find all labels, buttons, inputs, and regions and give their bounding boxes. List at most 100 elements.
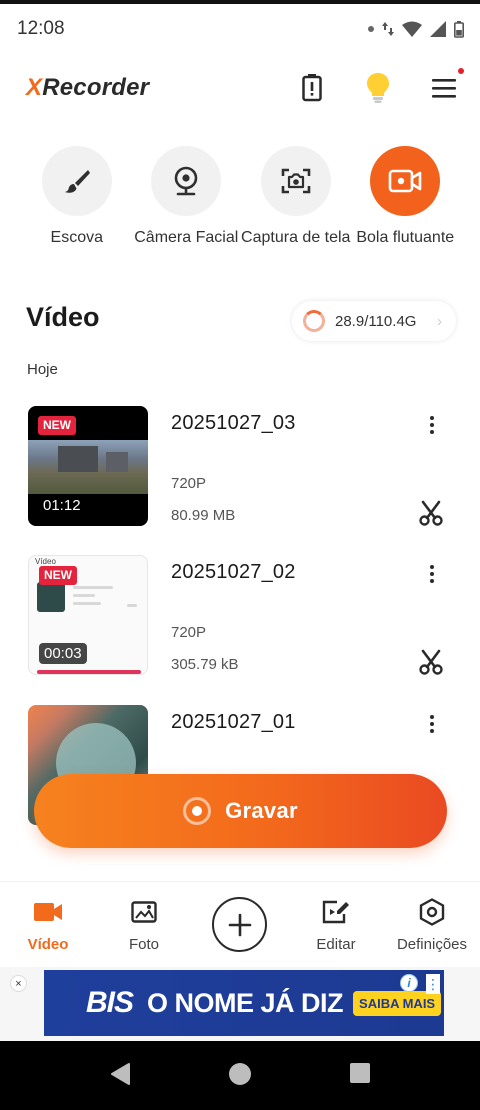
more-options-button[interactable]: [424, 713, 440, 735]
ad-info-icon[interactable]: i: [400, 974, 418, 992]
nav-tab-label: Vídeo: [27, 936, 69, 953]
battery-alert-icon: [302, 74, 322, 102]
status-bar: 12:08: [0, 4, 480, 54]
video-thumbnail[interactable]: NEW 01:12: [28, 406, 148, 526]
record-button[interactable]: Gravar: [34, 774, 447, 848]
tool-screenshot-circle: [260, 146, 331, 216]
scissors-icon: [419, 500, 443, 526]
plus-icon: [228, 913, 251, 936]
more-dot: [430, 722, 434, 726]
nav-tab-settings[interactable]: Definições: [384, 898, 480, 953]
add-button[interactable]: [212, 897, 267, 952]
video-name: 20251027_03: [171, 412, 296, 434]
app-logo: XRecorder: [26, 74, 149, 102]
app-screen: 12:08 XRecorder Escova Câmera Facial Cap…: [0, 0, 480, 1110]
quick-tools: Escova Câmera Facial Captura de tela Bol…: [22, 146, 460, 248]
thumbnail-pink-bar: [37, 670, 141, 674]
back-triangle-icon: [111, 1063, 130, 1085]
video-resolution: 720P: [171, 624, 207, 641]
video-size: 80.99 MB: [171, 507, 236, 524]
record-button-label: Gravar: [225, 798, 298, 823]
tool-brush-circle: [41, 146, 112, 216]
video-thumbnail[interactable]: Vídeo NEW 00:03: [28, 555, 148, 675]
tool-floating-ball[interactable]: Bola flutuante: [351, 146, 461, 248]
video-section-title: Vídeo: [26, 302, 100, 332]
thumbnail-shape: [58, 446, 98, 472]
tool-screenshot[interactable]: Captura de tela: [241, 146, 351, 248]
thumbnail-line: [73, 602, 101, 605]
video-size: 305.79 kB: [171, 656, 239, 673]
more-dot: [430, 579, 434, 583]
ad-more-icon[interactable]: ⋮: [426, 974, 440, 994]
nav-tab-label: Foto: [128, 936, 159, 953]
ad-text: O NOME JÁ DIZ: [147, 987, 344, 1018]
status-icons: [368, 20, 464, 38]
video-item[interactable]: NEW 01:12 20251027_03 720P 80.99 MB: [28, 406, 452, 526]
bottom-navigation: Vídeo Foto Editar Definições: [0, 881, 480, 967]
menu-notification-dot: [458, 68, 464, 74]
battery-icon: [454, 20, 464, 38]
ad-logo: BIS: [86, 986, 134, 1019]
system-navigation-bar: [0, 1041, 480, 1110]
video-duration: 00:03: [39, 643, 87, 664]
storage-ring-icon: [303, 310, 325, 332]
record-icon: [183, 797, 212, 825]
video-resolution: 720P: [171, 475, 207, 492]
new-badge: NEW: [38, 416, 76, 435]
recents-button[interactable]: [349, 1062, 371, 1089]
more-dot: [430, 715, 434, 719]
tool-face-camera-circle: [151, 146, 222, 216]
new-badge: NEW: [39, 566, 77, 585]
ad-close-button[interactable]: ×: [10, 975, 27, 992]
ad-banner[interactable]: BIS O NOME JÁ DIZ SAIBA MAIS i ⋮: [44, 970, 444, 1036]
more-options-button[interactable]: [424, 563, 440, 585]
ad-cta-button[interactable]: SAIBA MAIS: [353, 990, 442, 1016]
photo-icon: [129, 898, 159, 926]
tool-face-camera-label: Câmera Facial: [134, 229, 239, 246]
header-actions: [298, 68, 464, 103]
nav-tab-label: Definições: [396, 936, 468, 953]
video-camera-icon: [33, 898, 63, 926]
more-options-button[interactable]: [424, 414, 440, 436]
storage-indicator[interactable]: 28.9/110.4G ›: [292, 301, 456, 341]
nav-tab-photo[interactable]: Foto: [96, 898, 192, 953]
video-item[interactable]: Vídeo NEW 00:03 20251027_02 720P 305.79 …: [28, 555, 452, 675]
date-group-label: Hoje: [27, 361, 58, 378]
tool-brush[interactable]: Escova: [22, 146, 132, 248]
more-dot: [430, 565, 434, 569]
chevron-right-icon: ›: [437, 312, 442, 330]
screenshot-icon: [281, 168, 311, 194]
battery-alert-button[interactable]: [298, 74, 326, 102]
trim-button[interactable]: [418, 500, 444, 526]
home-button[interactable]: [228, 1062, 252, 1091]
hamburger-menu-icon: [432, 79, 456, 98]
back-button[interactable]: [109, 1062, 131, 1091]
ad-area: × BIS O NOME JÁ DIZ SAIBA MAIS i ⋮: [0, 967, 480, 1041]
recents-square-icon: [350, 1063, 370, 1083]
record-dot: [192, 806, 203, 816]
tool-face-camera[interactable]: Câmera Facial: [132, 146, 242, 248]
thumbnail-mini-image: [37, 582, 65, 612]
tool-brush-label: Escova: [50, 229, 103, 246]
logo-text: Recorder: [42, 74, 150, 101]
nav-tab-video[interactable]: Vídeo: [0, 898, 96, 953]
tips-button[interactable]: [364, 73, 392, 103]
notification-dot-icon: [368, 26, 374, 32]
nav-tab-label: Editar: [316, 936, 356, 953]
thumbnail-line: [73, 586, 113, 589]
floating-ball-icon: [388, 169, 422, 193]
trim-button[interactable]: [418, 649, 444, 675]
thumbnail-line: [73, 594, 95, 597]
more-dot: [430, 572, 434, 576]
wifi-icon: [402, 21, 422, 37]
thumbnail-scene: [28, 440, 148, 494]
cell-signal-icon: [430, 21, 446, 37]
settings-hexagon-icon: [417, 898, 447, 926]
more-dot: [430, 729, 434, 733]
edit-icon: [321, 898, 351, 926]
tool-floating-ball-label: Bola flutuante: [356, 229, 455, 246]
menu-button[interactable]: [430, 68, 464, 102]
lightbulb-icon: [367, 73, 389, 103]
nav-tab-edit[interactable]: Editar: [288, 898, 384, 953]
more-dot: [430, 416, 434, 420]
